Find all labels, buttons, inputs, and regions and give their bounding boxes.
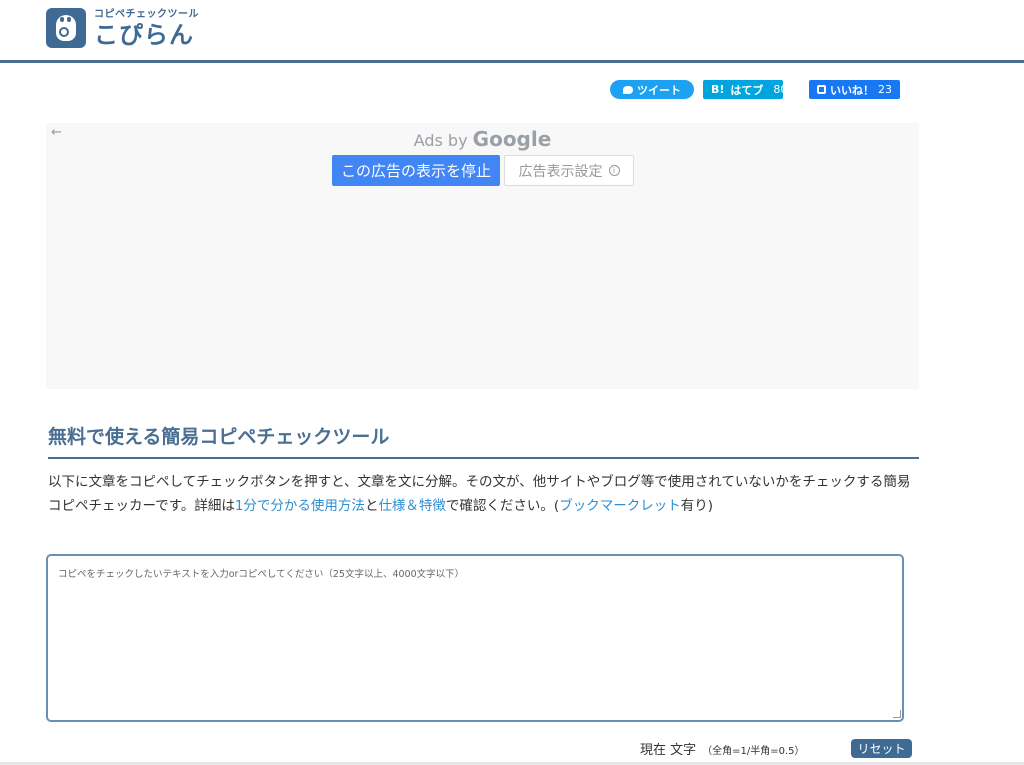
ad-settings-button[interactable]: 広告表示設定 i <box>504 155 634 186</box>
google-wordmark: Google <box>472 127 552 151</box>
spec-link[interactable]: 仕様＆特徴 <box>378 498 446 514</box>
reset-button[interactable]: リセット <box>851 739 912 758</box>
tool-description: 以下に文章をコピペしてチェックボタンを押すと、文章を文に分解。その文が、他サイト… <box>48 470 920 518</box>
desc-text-3: で確認ください。( <box>445 498 560 514</box>
hatena-bookmark-button[interactable]: B! はてブ 80 <box>703 80 787 99</box>
thumbs-up-icon <box>817 85 826 94</box>
bookmarklet-link[interactable]: ブックマークレット <box>559 498 681 514</box>
resize-handle[interactable] <box>893 710 901 718</box>
logo-subtitle: コピペチェックツール <box>94 8 199 20</box>
info-icon: i <box>608 165 620 176</box>
like-label: いいね！ <box>830 83 874 97</box>
page-title: 無料で使える簡易コピペチェックツール <box>48 422 919 459</box>
counter-note: （全角=1/半角=0.5） <box>702 746 805 757</box>
tweet-button[interactable]: ツイート <box>610 80 694 99</box>
hatena-label: はてブ <box>730 83 764 97</box>
counter-label: 現在 文字 <box>640 743 697 758</box>
ad-panel: ← Ads by Google この広告の表示を停止 広告表示設定 i <box>46 123 919 389</box>
text-input[interactable] <box>46 554 904 722</box>
logo-title: こぴらん <box>94 20 194 49</box>
logo-text: コピペチェックツール こぴらん <box>94 8 199 49</box>
logo-mascot-icon <box>46 8 86 48</box>
ad-settings-label: 広告表示設定 <box>518 163 603 180</box>
hatena-count: 80 <box>773 83 788 96</box>
like-count: 23 <box>878 83 892 96</box>
desc-text-2: と <box>364 498 379 514</box>
facebook-like-button[interactable]: いいね！ 23 <box>809 80 900 99</box>
ads-by-google: Ads by Google <box>46 127 919 151</box>
tweet-label: ツイート <box>637 83 681 97</box>
site-logo[interactable]: コピペチェックツール こぴらん <box>46 8 199 48</box>
twitter-bird-icon <box>623 85 633 94</box>
ads-by-label: Ads by <box>413 131 468 150</box>
stop-ad-button[interactable]: この広告の表示を停止 <box>332 155 500 186</box>
desc-text-4: 有り) <box>680 498 713 514</box>
character-counter: 現在 文字 （全角=1/半角=0.5） <box>640 739 805 758</box>
hatena-icon: B! <box>711 83 725 96</box>
usage-link[interactable]: 1分で分かる使用方法 <box>235 498 365 514</box>
site-header: コピペチェックツール こぴらん <box>0 0 1024 63</box>
